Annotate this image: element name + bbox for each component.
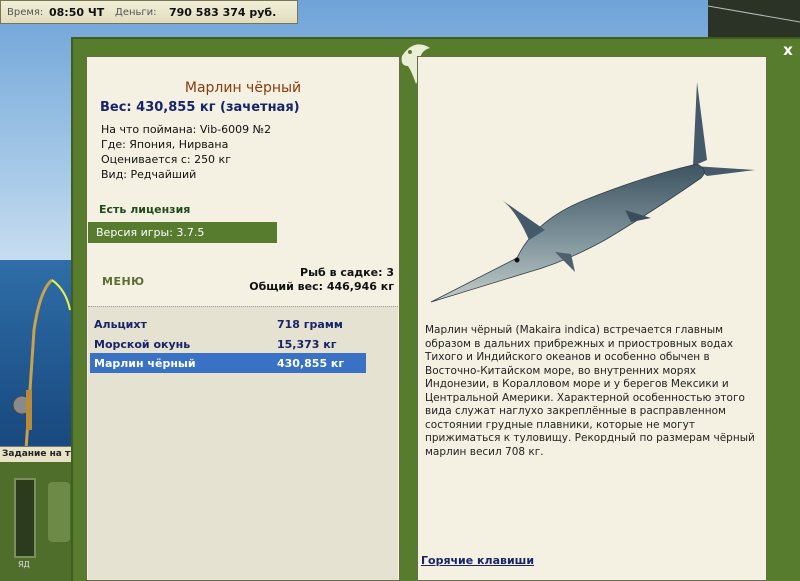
keepnet-count: Рыб в садке: 3 [300, 266, 394, 279]
fish-detail-rarity: Вид: Редчайший [101, 168, 197, 181]
fish-detail-min-weight: Оценивается с: 250 кг [101, 153, 231, 166]
keepnet-total-weight: Общий вес: 446,946 кг [249, 280, 394, 293]
catch-name: Альцихт [94, 318, 147, 331]
fish-detail-location: Где: Япония, Нирвана [101, 138, 229, 151]
status-bar: Время: 08:50 ЧТ Деньги: 790 583 374 руб. [0, 0, 298, 24]
gauge-label: ЯД [18, 560, 30, 569]
close-icon[interactable]: x [781, 43, 795, 58]
fishing-rod[interactable] [0, 270, 75, 450]
fish-detail-bait: На что поймана: Vib-6009 №2 [101, 123, 272, 136]
catch-row-selected[interactable]: Марлин чёрный 430,855 кг [90, 353, 366, 373]
keepnet-stats: Рыб в садке: 3 Общий вес: 446,946 кг [249, 266, 394, 294]
game-version: Версия игры: 3.7.5 [88, 222, 277, 243]
catch-row[interactable]: Морской окунь 15,373 кг [90, 334, 366, 354]
catch-weight: 15,373 кг [277, 338, 337, 351]
fish-title: Марлин чёрный [184, 80, 302, 96]
line-tension-gauge [14, 478, 36, 558]
left-bottom-panel [0, 462, 75, 581]
task-strip[interactable]: Задание на тур [0, 446, 75, 462]
menu-button[interactable]: МЕНЮ [102, 275, 145, 288]
time-value: 08:50 ЧТ [49, 6, 105, 19]
catch-row[interactable]: Альцихт 718 грамм [90, 314, 366, 334]
equipment-slot[interactable] [48, 482, 70, 542]
catch-weight: 718 грамм [277, 318, 343, 331]
catch-name: Марлин чёрный [94, 357, 196, 370]
money-value: 790 583 374 руб. [169, 6, 277, 19]
fishing-line-top [708, 5, 800, 23]
money-label: Деньги: [115, 7, 157, 18]
marlin-image [430, 82, 755, 303]
time-label: Время: [7, 7, 44, 18]
license-status: Есть лицензия [99, 203, 191, 216]
fish-weight: Вес: 430,855 кг (зачетная) [100, 100, 300, 115]
catch-name: Морской окунь [94, 338, 191, 351]
catch-weight: 430,855 кг [277, 357, 345, 370]
hotkeys-link[interactable]: Горячие клавиши [421, 554, 534, 567]
fish-description: Марлин чёрный (Makaira indica) встречает… [425, 324, 755, 458]
